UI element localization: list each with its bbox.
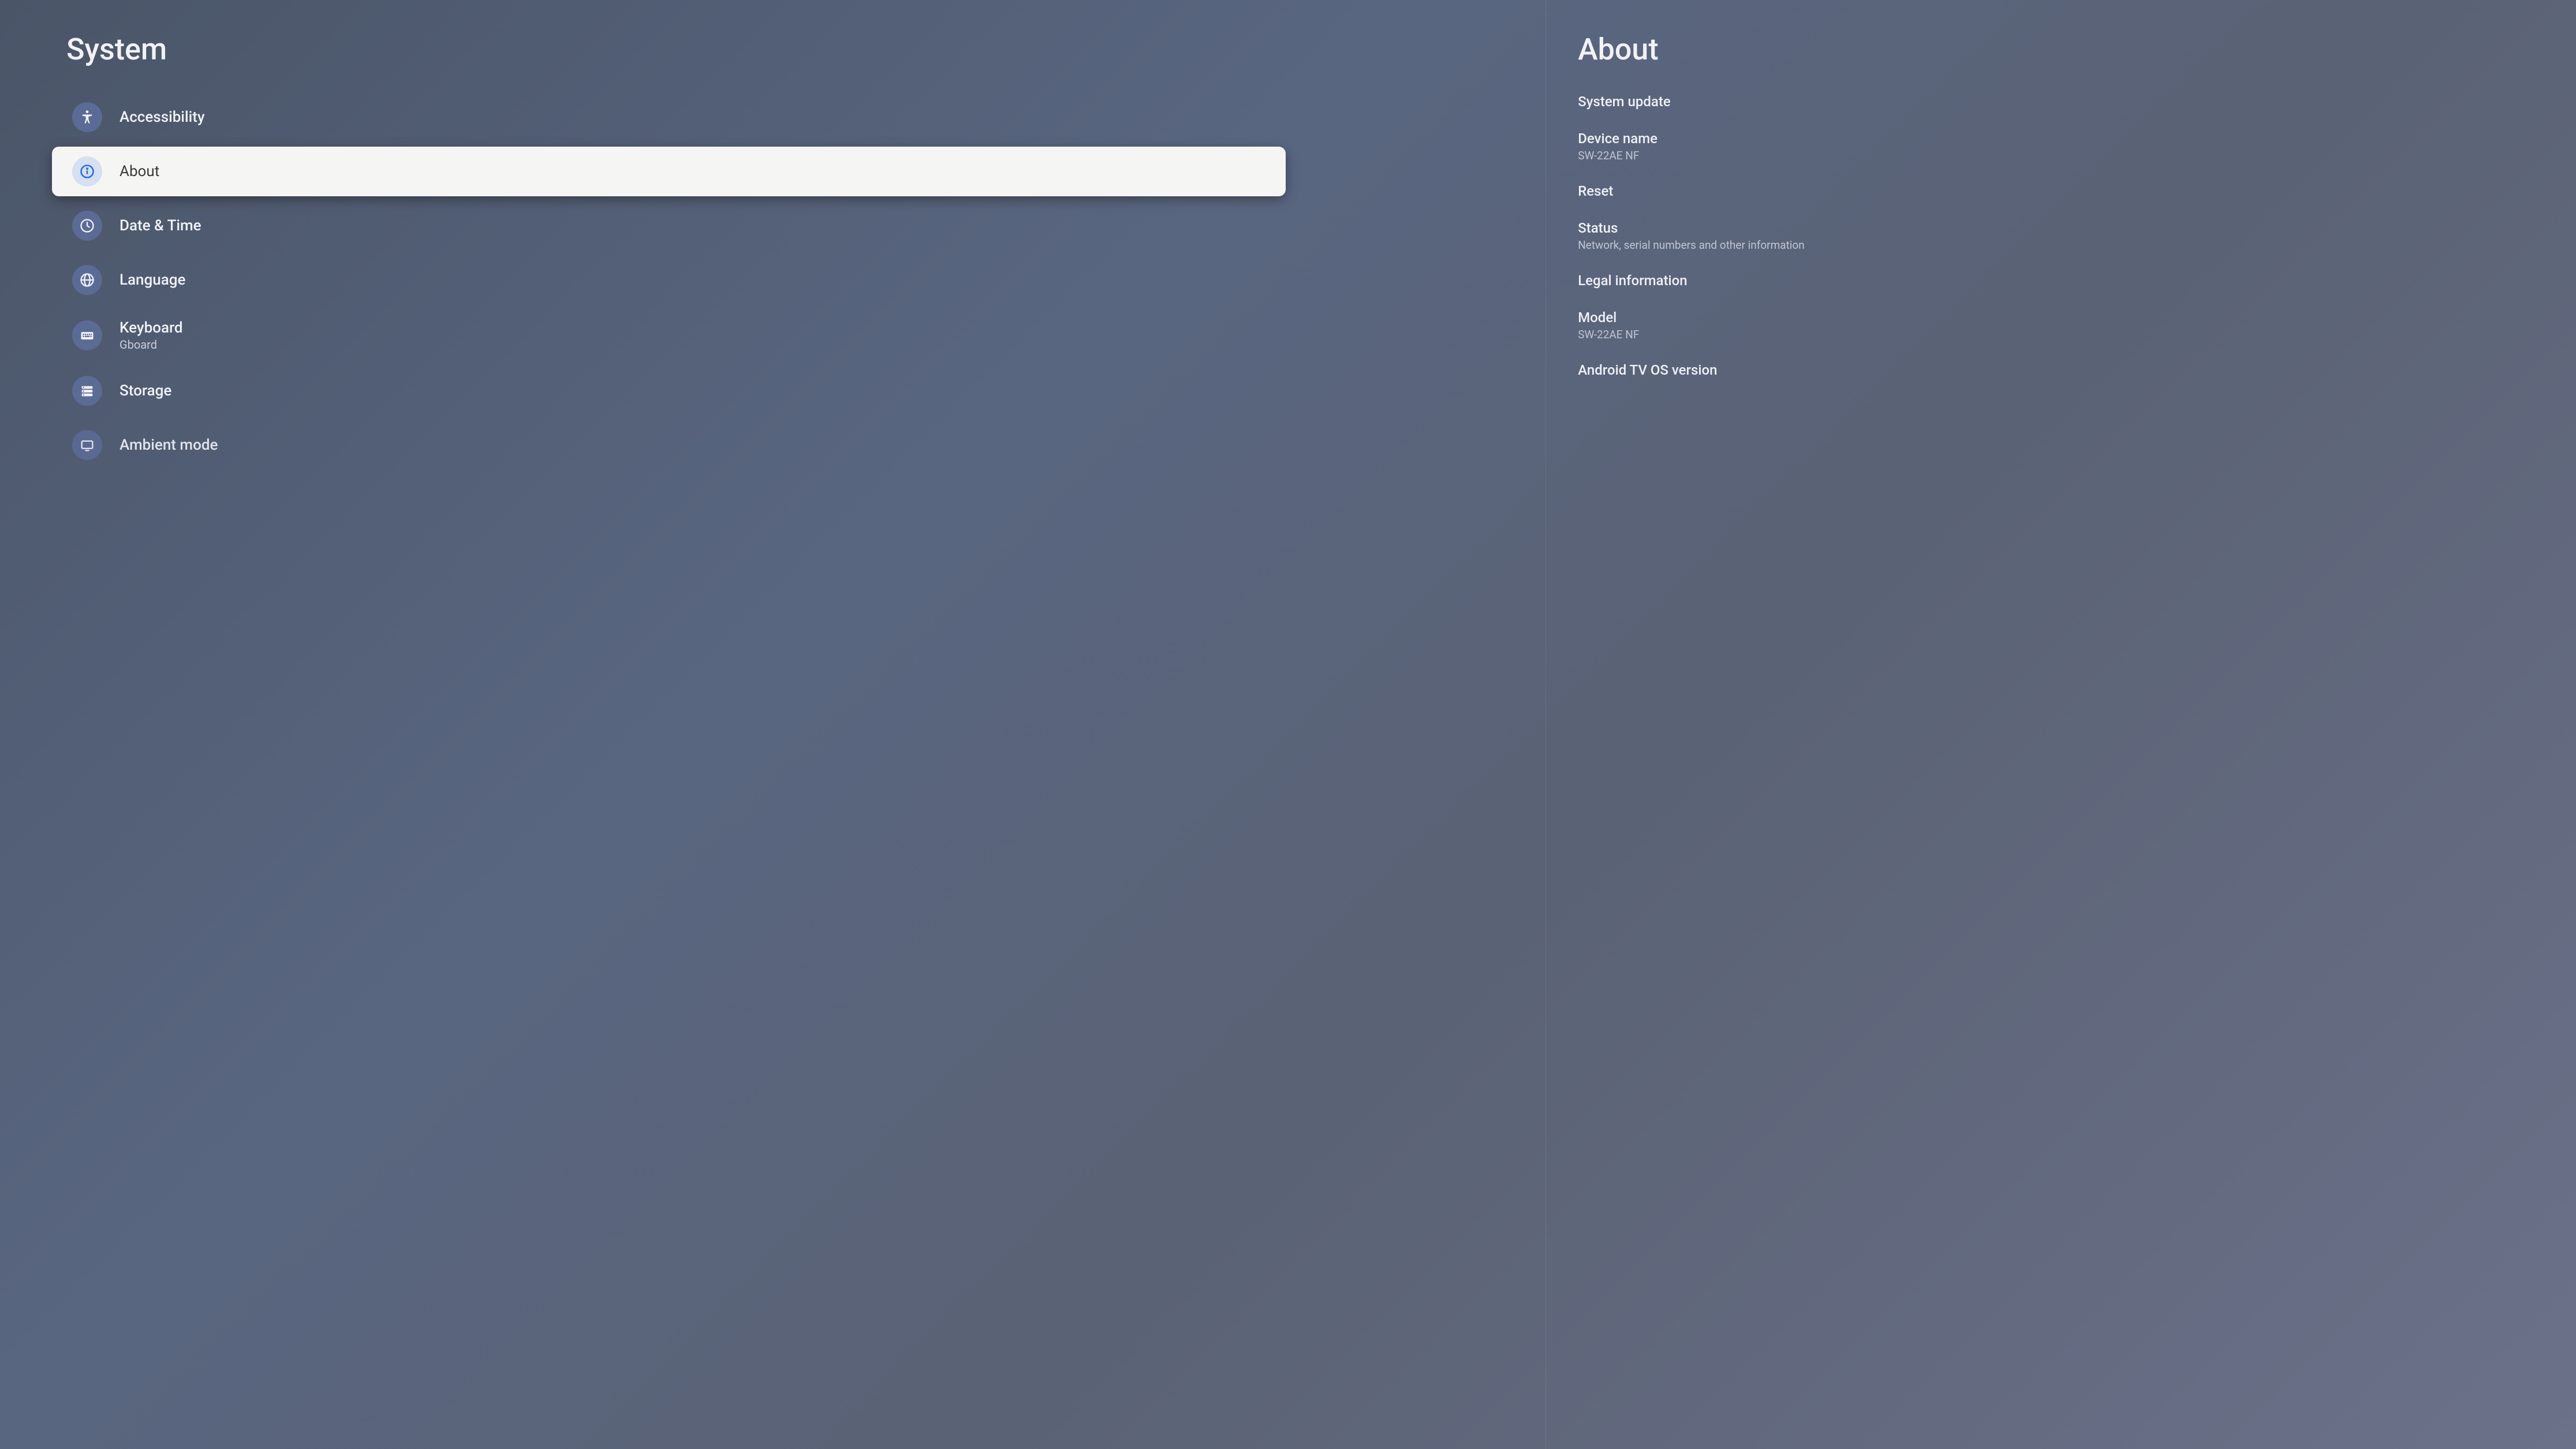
menu-label: Accessibility (120, 109, 205, 126)
detail-sublabel: SW-22AE NF (1578, 328, 2564, 341)
menu-item-keyboard[interactable]: Keyboard Gboard (0, 309, 1545, 361)
about-detail-list: System update Device name SW-22AE NF Res… (1546, 83, 2576, 389)
detail-item-reset[interactable]: Reset (1578, 173, 2576, 210)
system-menu-pane: System Accessibility About Date & Time (0, 0, 1545, 1449)
about-detail-pane: About System update Device name SW-22AE … (1545, 0, 2576, 1449)
info-icon (72, 156, 102, 186)
menu-label: Keyboard (120, 319, 183, 337)
menu-label: Ambient mode (120, 436, 218, 454)
detail-label: Android TV OS version (1578, 362, 2564, 378)
detail-item-legal-information[interactable]: Legal information (1578, 262, 2576, 299)
detail-sublabel: Network, serial numbers and other inform… (1578, 238, 2564, 252)
accessibility-icon (72, 102, 102, 132)
detail-label: Model (1578, 309, 2564, 326)
detail-sublabel: SW-22AE NF (1578, 149, 2564, 162)
menu-label: Date & Time (120, 217, 201, 234)
menu-item-date-time[interactable]: Date & Time (0, 201, 1545, 251)
page-title-system: System (66, 32, 1545, 67)
clock-icon (72, 211, 102, 241)
system-menu-list: Accessibility About Date & Time (0, 90, 1545, 472)
detail-item-model[interactable]: Model SW-22AE NF (1578, 299, 2576, 352)
menu-label: Language (120, 271, 185, 289)
globe-icon (72, 265, 102, 295)
ambient-icon (72, 430, 102, 460)
menu-item-about[interactable]: About (52, 147, 1286, 196)
detail-item-status[interactable]: Status Network, serial numbers and other… (1578, 210, 2576, 262)
detail-item-system-update[interactable]: System update (1578, 83, 2576, 120)
detail-label: Reset (1578, 183, 2564, 199)
menu-sublabel: Gboard (120, 338, 183, 352)
menu-item-ambient-mode[interactable]: Ambient mode (0, 420, 1545, 470)
menu-label: Storage (120, 382, 171, 399)
storage-icon (72, 376, 102, 406)
page-title-about: About (1578, 32, 2576, 67)
menu-item-language[interactable]: Language (0, 255, 1545, 305)
detail-label: System update (1578, 94, 2564, 110)
detail-item-device-name[interactable]: Device name SW-22AE NF (1578, 120, 2576, 173)
keyboard-icon (72, 320, 102, 350)
menu-item-storage[interactable]: Storage (0, 366, 1545, 416)
detail-label: Device name (1578, 130, 2564, 147)
menu-label: About (120, 163, 159, 180)
detail-item-android-tv-os-version[interactable]: Android TV OS version (1578, 352, 2576, 389)
menu-item-accessibility[interactable]: Accessibility (0, 92, 1545, 142)
detail-label: Legal information (1578, 272, 2564, 289)
detail-label: Status (1578, 220, 2564, 236)
